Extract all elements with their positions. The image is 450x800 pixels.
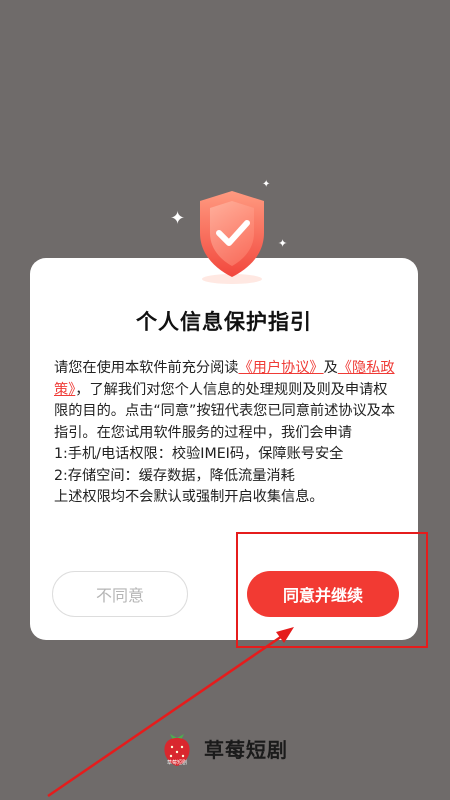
strawberry-logo-icon: 草莓短剧 <box>164 734 190 766</box>
permission-storage: 2:存储空间：缓存数据，降低流量消耗 <box>54 467 295 484</box>
permission-phone: 1:手机/电话权限：校验IMEI码，保障账号安全 <box>54 446 344 462</box>
brand-name: 草莓短剧 <box>204 737 288 762</box>
user-agreement-link[interactable]: 《用户协议》 <box>238 360 323 376</box>
dialog-title: 个人信息保护指引 <box>136 310 312 334</box>
dialog-body: 请您在使用本软件前充分阅读《用户协议》及《隐私政策》，了解我们对您个人信息的处理… <box>54 358 400 509</box>
body-explanation: ，了解我们对您个人信息的处理规则及则及申请权限的目的。点击“同意”按钮代表您已同… <box>54 381 396 441</box>
highlight-box <box>236 532 428 648</box>
body-intro: 请您在使用本软件前充分阅读 <box>54 360 239 376</box>
sparkle-icon: ✦ <box>278 237 288 250</box>
brand: 草莓短剧 草莓短剧 <box>160 728 288 768</box>
body-and: 及 <box>323 360 338 376</box>
shield-check-icon <box>200 191 264 284</box>
sparkle-icon: ✦ <box>170 208 186 229</box>
disagree-button[interactable]: 不同意 <box>52 571 188 617</box>
body-closing: 上述权限均不会默认或强制开启收集信息。 <box>54 489 324 505</box>
svg-text:草莓短剧: 草莓短剧 <box>167 759 187 766</box>
